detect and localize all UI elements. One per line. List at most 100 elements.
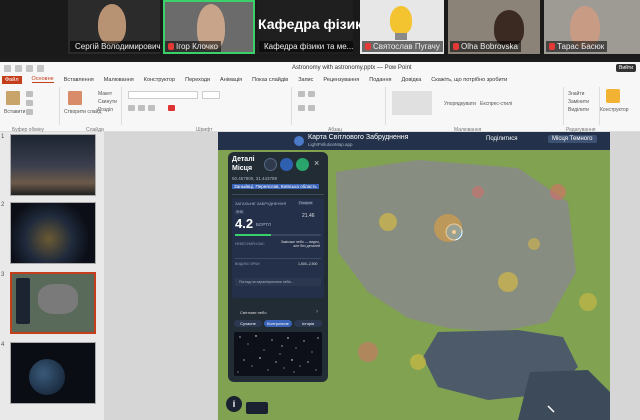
participant-tile[interactable]: Olha Bobrovska (448, 0, 540, 54)
toggle-history[interactable]: Історія (294, 320, 322, 327)
numbering-icon[interactable] (308, 91, 315, 97)
mic-muted-icon (365, 43, 371, 50)
align-center-icon[interactable] (308, 105, 315, 111)
account-button[interactable]: Вийти (615, 64, 636, 72)
tab-design[interactable]: Конструктор (144, 77, 175, 83)
powerpoint-window: Astronomy with astronomy.pptx — Pow Poin… (0, 62, 640, 420)
coordinates: 50.467800, 31.443789 (232, 176, 278, 181)
italic-icon[interactable] (138, 105, 145, 111)
undo-icon[interactable] (15, 64, 22, 72)
slide-number: 1 (1, 134, 5, 140)
section-button[interactable]: Розділ (98, 107, 113, 113)
map-url: LightPollutionMap.app (308, 142, 353, 147)
tab-review[interactable]: Рецензування (323, 77, 359, 83)
tab-draw[interactable]: Малювання (104, 77, 134, 83)
slide-number: 3 (1, 272, 5, 278)
quick-styles-button[interactable]: Експрес-стилі (480, 101, 512, 107)
cut-icon[interactable] (26, 91, 33, 97)
toggle-control[interactable]: Контрольне (264, 320, 292, 327)
participant-tile-active[interactable]: Ігор Клочко (163, 0, 255, 54)
find-button[interactable]: Знайти (568, 91, 584, 97)
close-icon[interactable]: × (314, 158, 319, 168)
sky-class-label: НЕБЕСНИЙ КЛАС (235, 242, 265, 246)
ribbon-tabs: Файл Основне Вставлення Малювання Констр… (0, 74, 640, 85)
zoom-participants-strip: Сергій Володимирович Ігор Клочко Кафедра… (0, 0, 640, 58)
participant-tile[interactable]: Святослав Пугачу (360, 0, 444, 54)
tab-view[interactable]: Подання (369, 77, 391, 83)
ribbon-group-paragraph: Абзац (294, 87, 386, 133)
slide-thumbnail-selected[interactable] (10, 272, 96, 334)
tab-file[interactable]: Файл (2, 75, 22, 84)
source-tag: Помірне (298, 201, 314, 205)
participant-tile[interactable]: Тарас Басюк (544, 0, 640, 54)
light-hotspot (498, 272, 518, 292)
ribbon-group-clipboard: Вставити Буфер обміну (2, 87, 60, 133)
dark-sites-button[interactable]: Місця Темного (548, 135, 597, 143)
bortle-progress-fill (235, 234, 272, 236)
underline-icon[interactable] (148, 105, 155, 111)
title-bar: Astronomy with astronomy.pptx — Pow Poin… (0, 62, 640, 74)
replace-button[interactable]: Замінити (568, 99, 589, 105)
tab-insert[interactable]: Вставлення (64, 77, 94, 83)
info-icon[interactable]: i (226, 396, 242, 412)
share-icon[interactable] (280, 158, 293, 171)
slide-thumbnail[interactable] (10, 202, 96, 264)
slide-thumbnail[interactable] (10, 342, 96, 404)
tab-home[interactable]: Основне (31, 76, 54, 83)
arrange-button[interactable]: Упорядкувати (444, 101, 476, 107)
align-left-icon[interactable] (298, 105, 305, 111)
visible-stars-value: 1,800–2,500 (298, 262, 318, 266)
bortle-progress-bar (235, 234, 321, 236)
ribbon-group-editing: Знайти Замінити Виділити Редагування (566, 87, 600, 133)
save-icon[interactable] (4, 64, 11, 72)
bold-icon[interactable] (128, 105, 135, 111)
navigate-icon[interactable] (296, 158, 309, 171)
paste-label[interactable]: Вставити (4, 109, 25, 115)
new-slide-icon[interactable] (68, 91, 82, 105)
start-from-beginning-icon[interactable] (37, 64, 44, 72)
expand-details-row[interactable]: Поглад на характеристики неба... (235, 278, 321, 286)
sky-class-value: Заміське небо — видно, але без деталей (280, 240, 320, 248)
designer-icon[interactable] (606, 89, 620, 103)
slide-number: 2 (1, 202, 5, 208)
chevron-right-icon[interactable]: › (316, 309, 318, 315)
designer-label[interactable]: Конструктор (600, 107, 629, 113)
ribbon-group-slides: Створити слайд Макет Скинути Розділ Слай… (62, 87, 122, 133)
current-slide: Карта Світлового Забруднення LightPollut… (218, 132, 610, 420)
tab-slideshow[interactable]: Показ слайдів (252, 77, 288, 83)
share-button[interactable]: Поділитися (486, 136, 518, 142)
slide-thumbnail[interactable] (10, 134, 96, 196)
location-name[interactable]: Заньківці, Переяслав, Київська область (232, 184, 319, 189)
toggle-modern[interactable]: Сучасне (234, 320, 262, 327)
light-hotspot (358, 342, 378, 362)
font-color-icon[interactable] (168, 105, 175, 111)
select-button[interactable]: Виділити (568, 107, 589, 113)
copy-icon[interactable] (26, 100, 33, 106)
map-header-bar: Карта Світлового Забруднення LightPollut… (218, 132, 610, 150)
tab-transitions[interactable]: Переходи (185, 77, 210, 83)
mic-muted-icon (168, 43, 174, 50)
participant-name: Кафедра фізики та ме... (259, 41, 353, 52)
format-painter-icon[interactable] (26, 109, 33, 115)
star-field (237, 335, 319, 373)
new-slide-label[interactable]: Створити слайд (64, 109, 101, 115)
light-hotspot (550, 184, 566, 200)
tell-me-search[interactable]: Скажіть, що потрібно зробити (431, 77, 507, 83)
bullets-icon[interactable] (298, 91, 305, 97)
reset-button[interactable]: Скинути (98, 99, 117, 105)
globe-icon (294, 136, 304, 146)
participant-tile[interactable]: Сергій Володимирович (68, 0, 160, 54)
tab-animations[interactable]: Анімація (220, 77, 242, 83)
font-name-dropdown[interactable] (128, 91, 198, 99)
paste-icon[interactable] (6, 91, 20, 105)
shapes-gallery[interactable] (392, 91, 432, 115)
map-title: Карта Світлового Забруднення (308, 134, 409, 141)
redo-icon[interactable] (26, 64, 33, 72)
tab-help[interactable]: Довідка (401, 77, 421, 83)
star-icon[interactable] (264, 158, 277, 171)
font-size-dropdown[interactable] (202, 91, 220, 99)
bortle-unit: БОРТЛ (256, 222, 271, 227)
layout-button[interactable]: Макет (98, 91, 112, 97)
light-hotspot (434, 214, 462, 242)
tab-record[interactable]: Запис (298, 77, 313, 83)
